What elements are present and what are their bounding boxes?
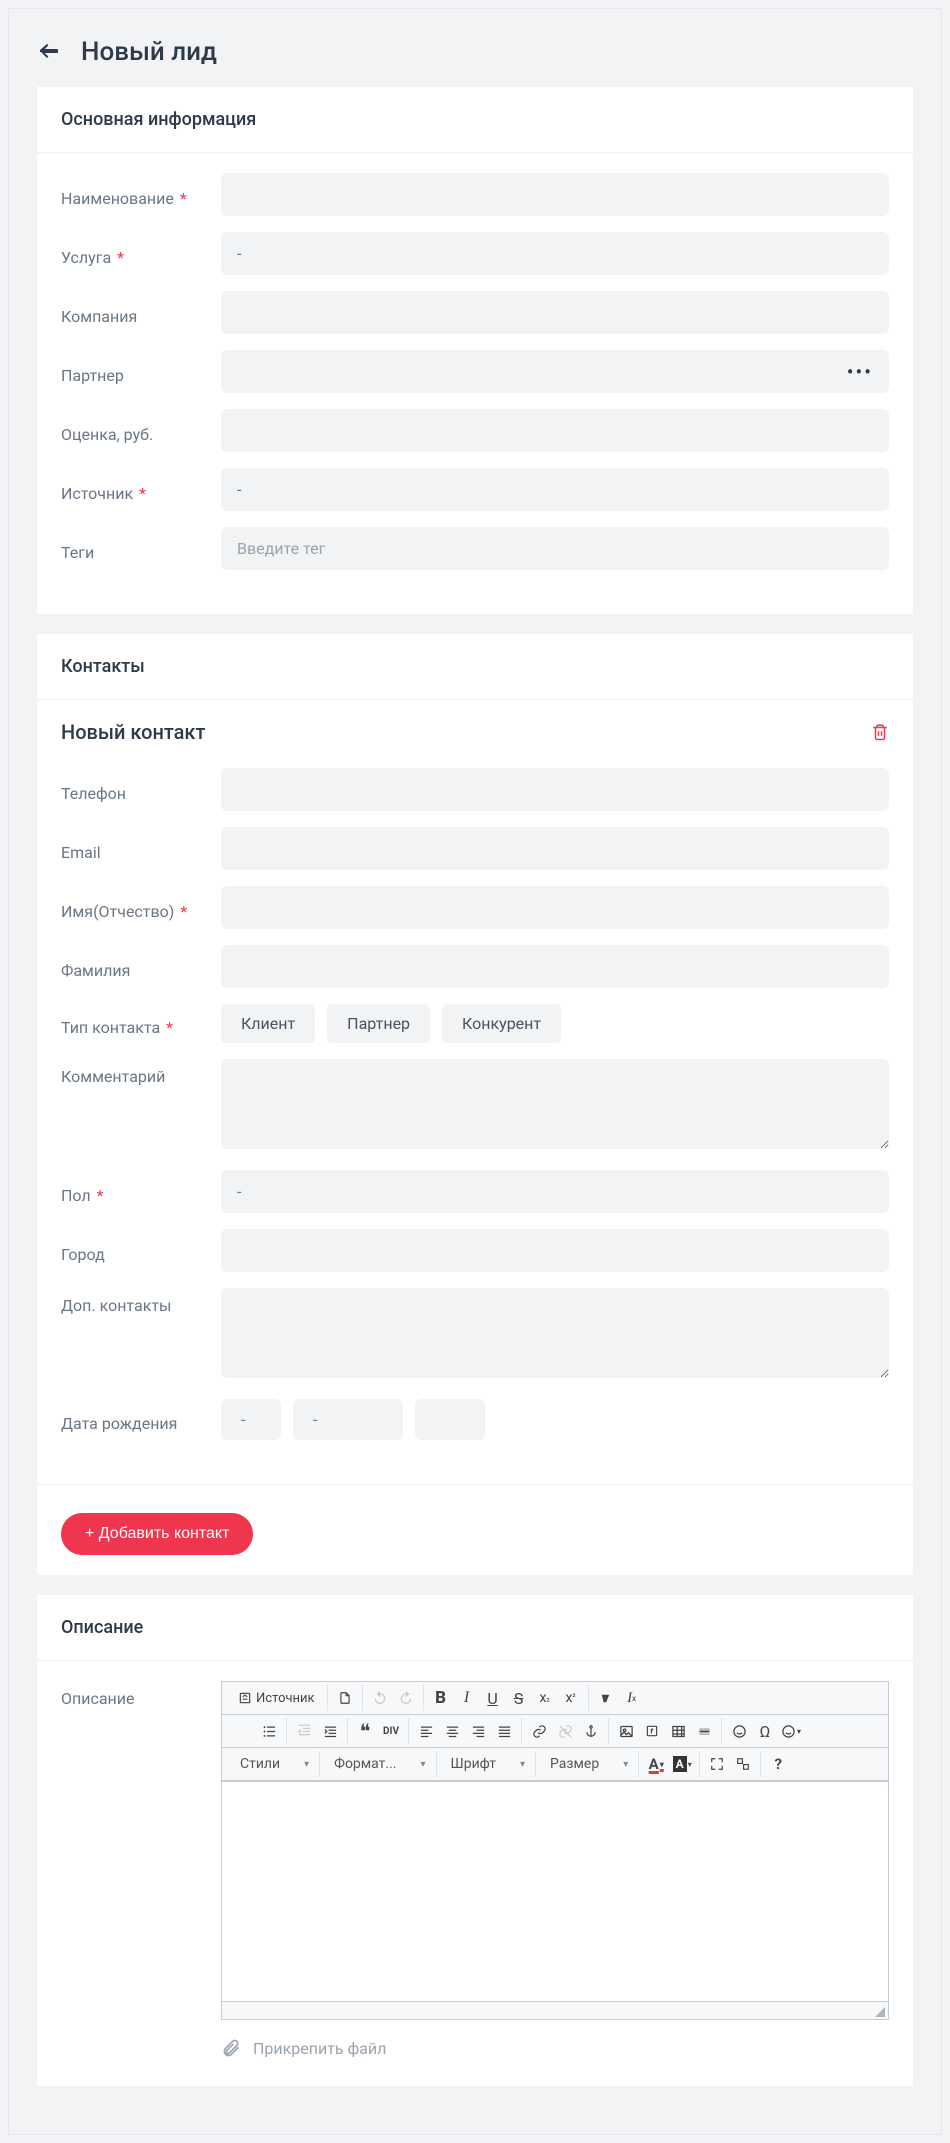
editor-resize-handle[interactable] <box>222 2001 888 2019</box>
attach-file-label: Прикрепить файл <box>253 2039 386 2058</box>
label-service: Услуга * <box>61 240 221 267</box>
bold-icon[interactable]: B <box>428 1685 454 1711</box>
chip-client[interactable]: Клиент <box>221 1004 315 1043</box>
remove-format-icon[interactable] <box>593 1685 619 1711</box>
panel-contacts: Контакты Новый контакт Телефон Email Имя… <box>37 634 913 1575</box>
superscript-icon[interactable]: x² <box>558 1685 584 1711</box>
combo-font[interactable]: Шрифт▾ <box>441 1751 532 1777</box>
input-tags[interactable] <box>221 527 889 570</box>
panel-header-contacts: Контакты <box>37 634 913 700</box>
combo-format[interactable]: Формат...▾ <box>324 1751 431 1777</box>
select-gender[interactable]: - <box>221 1170 889 1213</box>
editor-source-button[interactable]: Источник <box>230 1685 323 1711</box>
textarea-comment[interactable] <box>221 1059 889 1149</box>
table-icon[interactable] <box>665 1718 691 1744</box>
editor-content[interactable] <box>222 1781 888 2001</box>
input-lastname[interactable] <box>221 945 889 988</box>
label-phone: Телефон <box>61 776 221 803</box>
label-partner: Партнер <box>61 358 221 385</box>
maximize-icon[interactable] <box>704 1751 730 1777</box>
input-email[interactable] <box>221 827 889 870</box>
new-page-icon[interactable] <box>332 1685 358 1711</box>
trash-icon[interactable] <box>871 723 889 741</box>
special-char-icon[interactable]: Ω <box>752 1718 778 1744</box>
birth-year[interactable] <box>415 1399 485 1440</box>
show-blocks-icon[interactable] <box>730 1751 756 1777</box>
div-icon[interactable]: DIV <box>378 1718 404 1744</box>
input-phone[interactable] <box>221 768 889 811</box>
combo-size[interactable]: Размер▾ <box>540 1751 634 1777</box>
panel-header-description: Описание <box>37 1595 913 1661</box>
undo-icon <box>367 1685 393 1711</box>
text-color-icon[interactable]: A▾ <box>643 1751 669 1777</box>
input-company[interactable] <box>221 291 889 334</box>
smiley-icon[interactable] <box>726 1718 752 1744</box>
new-contact-title: Новый контакт <box>61 720 205 744</box>
more-icon[interactable]: ••• <box>847 360 873 384</box>
add-contact-button[interactable]: + Добавить контакт <box>61 1513 253 1555</box>
select-service[interactable]: - <box>221 232 889 275</box>
align-left-icon[interactable] <box>413 1718 439 1744</box>
label-description: Описание <box>61 1681 221 1708</box>
chip-competitor[interactable]: Конкурент <box>442 1004 561 1043</box>
subscript-icon[interactable]: x₂ <box>532 1685 558 1711</box>
align-justify-icon[interactable] <box>491 1718 517 1744</box>
strike-icon[interactable]: S <box>506 1685 532 1711</box>
label-comment: Комментарий <box>61 1059 221 1086</box>
italic-icon[interactable]: I <box>454 1685 480 1711</box>
panel-description: Описание Описание Источник <box>37 1595 913 2086</box>
panel-header-main: Основная информация <box>37 87 913 153</box>
flash-icon[interactable] <box>639 1718 665 1744</box>
page-header: Новый лид <box>37 37 913 67</box>
blockquote-icon[interactable]: ❝ <box>352 1718 378 1744</box>
combo-styles[interactable]: Стили▾ <box>230 1751 315 1777</box>
image-icon[interactable] <box>613 1718 639 1744</box>
input-firstname[interactable] <box>221 886 889 929</box>
indent-icon[interactable] <box>317 1718 343 1744</box>
textarea-extra[interactable] <box>221 1288 889 1378</box>
clear-format-icon[interactable]: Ix <box>619 1685 645 1711</box>
label-estimate: Оценка, руб. <box>61 417 221 444</box>
help-icon[interactable]: ? <box>765 1751 791 1777</box>
label-tags: Теги <box>61 535 221 562</box>
label-name: Наименование * <box>61 181 221 208</box>
unlink-icon <box>552 1718 578 1744</box>
align-center-icon[interactable] <box>439 1718 465 1744</box>
select-source[interactable]: - <box>221 468 889 511</box>
outdent-icon <box>291 1718 317 1744</box>
bg-color-icon[interactable]: A▾ <box>669 1751 695 1777</box>
align-right-icon[interactable] <box>465 1718 491 1744</box>
birth-month[interactable]: - <box>293 1399 403 1440</box>
label-firstname: Имя(Отчество) * <box>61 894 221 921</box>
panel-main-info: Основная информация Наименование * Услуг… <box>37 87 913 614</box>
input-city[interactable] <box>221 1229 889 1272</box>
ol-icon[interactable] <box>230 1718 256 1744</box>
label-contacttype: Тип контакта * <box>61 1010 221 1037</box>
hr-icon[interactable] <box>691 1718 717 1744</box>
page-root: Новый лид Основная информация Наименован… <box>8 8 942 2135</box>
label-city: Город <box>61 1237 221 1264</box>
label-gender: Пол * <box>61 1178 221 1205</box>
chip-partner[interactable]: Партнер <box>327 1004 430 1043</box>
iframe-icon[interactable]: ▾ <box>778 1718 804 1744</box>
underline-icon[interactable]: U <box>480 1685 506 1711</box>
anchor-icon[interactable] <box>578 1718 604 1744</box>
back-icon[interactable] <box>37 40 61 64</box>
birth-day[interactable]: - <box>221 1399 281 1440</box>
input-partner[interactable] <box>221 350 889 393</box>
rich-text-editor: Источник B I U <box>221 1681 889 2020</box>
ul-icon[interactable] <box>256 1718 282 1744</box>
input-estimate[interactable] <box>221 409 889 452</box>
input-name[interactable] <box>221 173 889 216</box>
label-birth: Дата рождения <box>61 1406 221 1433</box>
attach-file-button[interactable]: Прикрепить файл <box>221 2038 889 2058</box>
redo-icon <box>393 1685 419 1711</box>
label-lastname: Фамилия <box>61 953 221 980</box>
page-title: Новый лид <box>81 37 217 67</box>
label-email: Email <box>61 835 221 862</box>
label-source: Источник * <box>61 476 221 503</box>
label-company: Компания <box>61 299 221 326</box>
label-extra: Доп. контакты <box>61 1288 221 1315</box>
link-icon[interactable] <box>526 1718 552 1744</box>
